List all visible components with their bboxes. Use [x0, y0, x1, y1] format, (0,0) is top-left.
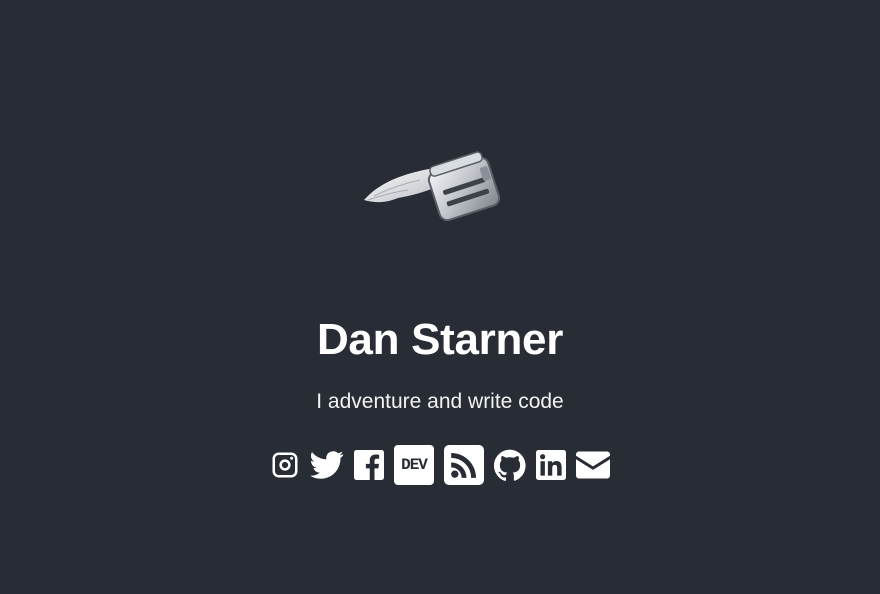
email-link[interactable] [576, 451, 610, 479]
twitter-link[interactable] [310, 450, 344, 480]
dev-icon: DEV [394, 445, 434, 485]
tagline: I adventure and write code [316, 390, 564, 413]
linkedin-icon [536, 450, 566, 480]
instagram-icon [272, 452, 298, 478]
github-icon [494, 449, 526, 481]
github-link[interactable] [494, 449, 526, 481]
rss-icon [444, 445, 484, 485]
page-title: Dan Starner [316, 315, 564, 364]
social-links: DEV [0, 440, 880, 490]
facebook-link[interactable] [354, 450, 384, 480]
twitter-icon [310, 451, 344, 479]
rss-link[interactable] [444, 445, 484, 485]
email-icon [576, 451, 610, 479]
dev-label: DEV [401, 456, 428, 474]
flying-toaster-icon [360, 140, 500, 236]
facebook-icon [354, 450, 384, 480]
linkedin-link[interactable] [536, 450, 566, 480]
instagram-link[interactable] [270, 450, 300, 480]
dev-link[interactable]: DEV [394, 445, 434, 485]
